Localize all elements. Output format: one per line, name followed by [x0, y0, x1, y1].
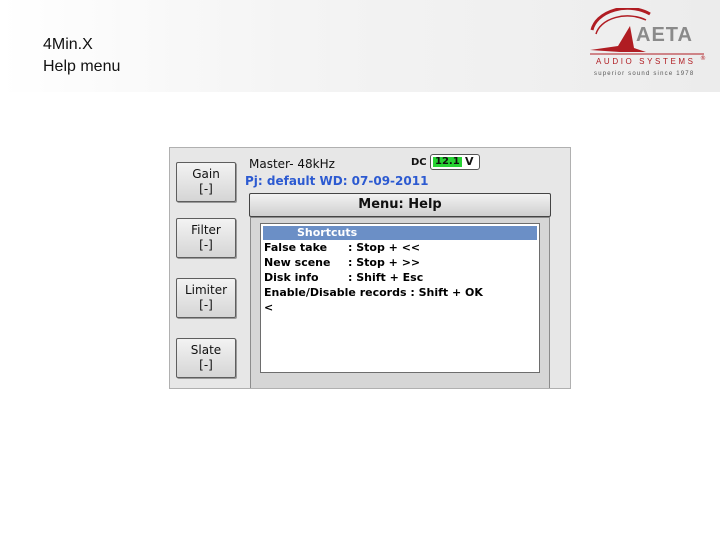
- gain-label: Gain: [192, 167, 220, 181]
- limiter-value: [-]: [199, 298, 213, 312]
- slide-title-line1: 4Min.X: [43, 36, 93, 53]
- list-item-value: : Stop + <<: [348, 241, 421, 254]
- limiter-label: Limiter: [184, 283, 228, 297]
- battery-value: 12.1: [435, 156, 460, 167]
- logo-subtitle: AUDIO SYSTEMS: [596, 57, 696, 66]
- shortcuts-list[interactable]: Shortcuts False take : Stop + << New scen…: [260, 223, 540, 373]
- filter-label: Filter: [191, 223, 221, 237]
- gain-button[interactable]: Gain [-]: [176, 162, 236, 202]
- menu-title: Menu: Help: [249, 193, 551, 217]
- device-screen: Gain [-] Filter [-] Limiter [-] Slate [-…: [169, 147, 571, 389]
- slate-value: [-]: [199, 358, 213, 372]
- filter-value: [-]: [199, 238, 213, 252]
- dc-label: DC: [411, 157, 427, 168]
- slide-title: 4Min.X Help menu: [43, 34, 120, 78]
- list-item-value: : Shift + Esc: [348, 271, 424, 284]
- list-item-value: : Stop + >>: [348, 256, 421, 269]
- gain-value: [-]: [199, 182, 213, 196]
- list-item[interactable]: New scene : Stop + >>: [264, 256, 420, 270]
- list-item-back[interactable]: <: [264, 301, 273, 315]
- slate-button[interactable]: Slate [-]: [176, 338, 236, 378]
- list-item[interactable]: Disk info : Shift + Esc: [264, 271, 423, 285]
- list-item[interactable]: False take : Stop + <<: [264, 241, 420, 255]
- slate-label: Slate: [190, 343, 222, 357]
- filter-button[interactable]: Filter [-]: [176, 218, 236, 258]
- project-status: Pj: default WD: 07-09-2011: [245, 174, 429, 188]
- logo-registered: ®: [700, 55, 706, 62]
- back-arrow-icon: <: [264, 301, 274, 314]
- list-item-key: False take: [264, 241, 328, 254]
- limiter-button[interactable]: Limiter [-]: [176, 278, 236, 318]
- master-status: Master- 48kHz: [249, 157, 335, 171]
- list-item-key: Disk info: [264, 271, 319, 284]
- list-item-key: New scene: [264, 256, 331, 269]
- logo-tagline: superior sound since 1978: [594, 71, 695, 77]
- list-item-value: : Shift + OK: [406, 286, 483, 299]
- slide-title-line2: Help menu: [43, 58, 121, 75]
- list-item-key: Enable/Disable records: [264, 286, 407, 299]
- battery-unit: V: [465, 155, 474, 168]
- aeta-logo: AETA AUDIO SYSTEMS ® superior sound sinc…: [586, 8, 710, 84]
- logo-brand: AETA: [636, 24, 693, 46]
- battery-indicator: 12.1 V: [430, 154, 480, 170]
- list-title-bar[interactable]: Shortcuts: [263, 226, 537, 240]
- list-title: Shortcuts: [297, 226, 358, 239]
- list-item[interactable]: Enable/Disable records : Shift + OK: [264, 286, 483, 300]
